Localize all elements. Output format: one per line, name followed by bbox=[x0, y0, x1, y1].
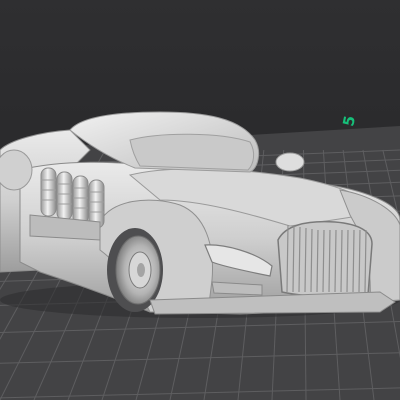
viewport-scene[interactable] bbox=[0, 0, 400, 400]
exhaust-pipe bbox=[40, 167, 57, 217]
3d-viewport[interactable]: 5 bbox=[0, 0, 400, 400]
car-grille bbox=[277, 220, 373, 298]
exhaust-pipe bbox=[72, 175, 89, 225]
exhaust-pipe bbox=[56, 171, 73, 221]
